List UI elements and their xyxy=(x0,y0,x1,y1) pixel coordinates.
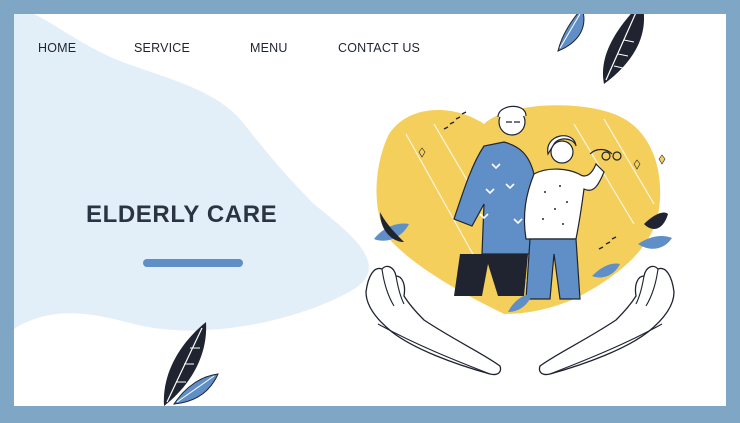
title-underline xyxy=(143,259,243,267)
nav-home-link[interactable]: HOME xyxy=(38,41,76,55)
nav-contact-link[interactable]: CONTACT US xyxy=(338,41,420,55)
top-nav: HOME SERVICE MENU CONTACT US xyxy=(14,14,726,78)
page-frame: HOME SERVICE MENU CONTACT US ELDERLY CAR… xyxy=(0,0,740,423)
nav-service-link[interactable]: SERVICE xyxy=(134,41,190,55)
landing-page: HOME SERVICE MENU CONTACT US ELDERLY CAR… xyxy=(14,14,726,406)
hero-title: ELDERLY CARE xyxy=(86,201,278,228)
nav-menu-link[interactable]: MENU xyxy=(250,41,288,55)
